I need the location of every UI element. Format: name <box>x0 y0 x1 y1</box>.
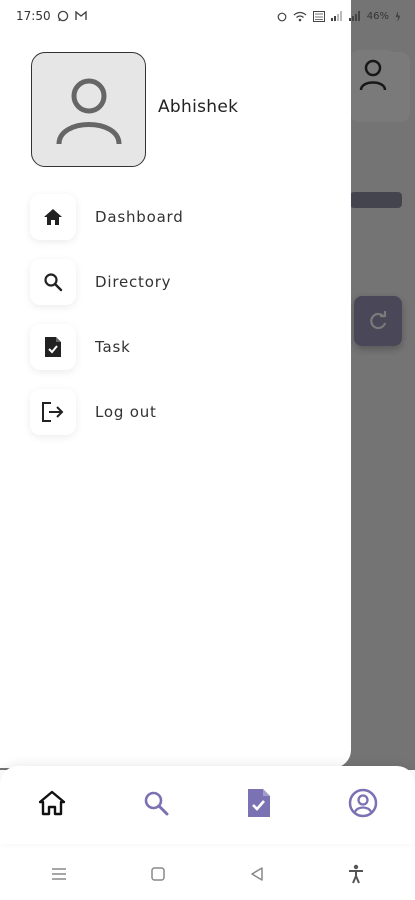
signal-icon <box>348 11 360 21</box>
profile-name: Abhishek <box>158 97 239 117</box>
home-button[interactable] <box>138 854 178 894</box>
drawer-item-dashboard[interactable]: Dashboard <box>30 194 330 240</box>
menu-icon-box <box>30 389 76 435</box>
alarm-icon <box>277 12 287 21</box>
recent-apps-button[interactable] <box>39 854 79 894</box>
menu-icon-box <box>30 324 76 370</box>
drawer-item-task[interactable]: Task <box>30 324 330 370</box>
nav-profile[interactable] <box>338 778 388 828</box>
wifi-icon <box>293 11 307 21</box>
navigation-drawer: Abhishek Dashboard Directory Task Log ou… <box>0 0 351 768</box>
drawer-item-directory[interactable]: Directory <box>30 259 330 305</box>
accessibility-icon <box>348 864 363 884</box>
whatsapp-icon <box>57 10 68 22</box>
status-time: 17:50 <box>16 9 51 23</box>
gmail-icon <box>74 11 87 20</box>
bottom-navigation <box>0 766 415 844</box>
task-icon <box>248 789 271 817</box>
volte-icon <box>312 10 325 22</box>
menu-icon-box <box>30 259 76 305</box>
status-bar: 17:50 46% <box>0 0 415 32</box>
nav-task[interactable] <box>234 778 284 828</box>
menu-label: Log out <box>95 403 157 421</box>
nav-search[interactable] <box>131 778 181 828</box>
system-navigation-bar <box>0 848 415 900</box>
menu-icon-box <box>30 194 76 240</box>
user-icon <box>56 78 121 144</box>
home-icon <box>38 790 66 816</box>
logout-icon <box>42 402 64 422</box>
menu-label: Task <box>95 338 131 356</box>
battery-icon <box>395 10 401 22</box>
accessibility-button[interactable] <box>336 854 376 894</box>
menu-label: Directory <box>95 273 172 291</box>
task-icon <box>45 337 61 357</box>
profile-avatar[interactable] <box>31 52 146 167</box>
profile-icon <box>348 788 378 818</box>
battery-percentage: 46% <box>366 10 389 22</box>
search-icon <box>44 273 63 292</box>
menu-label: Dashboard <box>95 208 184 226</box>
back-triangle-icon <box>251 867 263 881</box>
home-icon <box>44 209 62 225</box>
square-icon <box>151 867 165 881</box>
back-button[interactable] <box>237 854 277 894</box>
signal-icon <box>330 11 342 21</box>
menu-icon <box>52 868 67 880</box>
drawer-item-logout[interactable]: Log out <box>30 389 330 435</box>
search-icon <box>144 791 169 816</box>
nav-home[interactable] <box>27 778 77 828</box>
